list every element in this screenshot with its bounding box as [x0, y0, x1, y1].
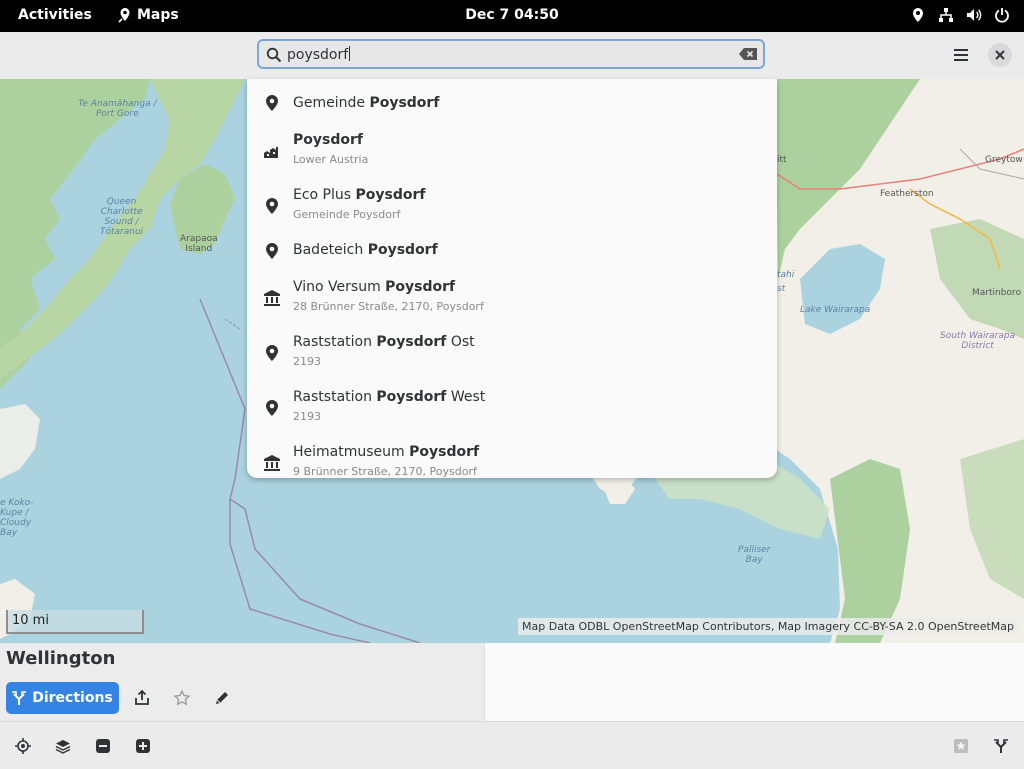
search-result[interactable]: Raststation Poysdorf Ost 2193	[247, 328, 777, 383]
map-label-te-anamahanga: Te Anamāhanga / Port Gore	[78, 99, 157, 119]
result-title: Heimatmuseum Poysdorf	[293, 444, 480, 460]
town-icon	[263, 142, 281, 160]
zoom-out-button[interactable]	[91, 734, 115, 758]
map-label-greytown: Greytow	[985, 155, 1023, 165]
map-label-south-wairarapa: South Wairarapa District	[940, 331, 1016, 351]
result-subtitle: Lower Austria	[293, 153, 369, 166]
app-name: Maps	[137, 7, 179, 23]
result-title: Gemeinde Poysdorf	[293, 95, 440, 111]
hamburger-menu-icon	[953, 48, 969, 62]
location-pin-icon	[263, 94, 281, 112]
system-tray[interactable]	[910, 7, 1010, 23]
clock[interactable]: Dec 7 04:50	[465, 7, 558, 23]
plus-icon	[135, 738, 151, 754]
route-button[interactable]	[989, 734, 1013, 758]
result-title: Raststation Poysdorf Ost	[293, 334, 475, 350]
favorites-icon	[953, 738, 969, 754]
search-result[interactable]: Eco Plus Poysdorf Gemeinde Poysdorf	[247, 181, 777, 236]
result-title: Raststation Poysdorf West	[293, 389, 486, 405]
app-menu[interactable]: Maps	[117, 7, 179, 23]
museum-icon	[263, 289, 281, 307]
directions-button[interactable]: Directions	[6, 682, 119, 714]
search-result[interactable]: Poysdorf Lower Austria	[247, 126, 777, 181]
search-input-value[interactable]: poysdorf	[287, 47, 348, 63]
search-result[interactable]: Heimatmuseum Poysdorf 9 Brünner Straße, …	[247, 438, 777, 478]
search-results-popover: Gemeinde Poysdorf Poysdorf Lower Austria…	[247, 79, 777, 478]
place-title: Wellington	[6, 648, 116, 669]
location-icon	[910, 7, 926, 23]
place-info-panel: Wellington Directions	[0, 643, 485, 721]
clear-search-icon[interactable]	[739, 48, 757, 60]
star-icon	[174, 690, 190, 706]
activities-button[interactable]: Activities	[18, 7, 92, 23]
museum-icon	[263, 454, 281, 472]
location-pin-icon	[263, 197, 281, 215]
search-result[interactable]: Vino Versum Poysdorf 28 Brünner Straße, …	[247, 273, 777, 328]
result-subtitle: 28 Brünner Straße, 2170, Poysdorf	[293, 300, 484, 313]
main-menu-button[interactable]	[949, 43, 973, 67]
share-icon	[134, 690, 150, 706]
result-subtitle: 2193	[293, 355, 321, 368]
favorites-button[interactable]	[949, 734, 973, 758]
route-icon	[993, 738, 1009, 754]
top-bar: Activities Maps Dec 7 04:50	[0, 0, 1024, 32]
result-title: Vino Versum Poysdorf	[293, 279, 456, 295]
close-window-button[interactable]	[988, 43, 1012, 67]
map-label-martinborough: Martinborо	[972, 288, 1022, 298]
edit-button[interactable]	[210, 686, 234, 710]
map-label-koko-kupe: e Koko- Kupe / Cloudy Bay	[0, 498, 34, 538]
search-field[interactable]: poysdorf	[257, 39, 765, 69]
location-pin-icon	[263, 399, 281, 417]
result-subtitle: 2193	[293, 410, 321, 423]
header-bar: poysdorf	[0, 32, 1024, 80]
directions-icon	[12, 691, 27, 705]
result-title: Eco Plus Poysdorf	[293, 187, 426, 203]
share-button[interactable]	[130, 686, 154, 710]
layers-icon	[55, 738, 71, 754]
result-subtitle: 9 Brünner Straße, 2170, Poysdorf	[293, 465, 477, 478]
result-subtitle: Gemeinde Poysdorf	[293, 208, 401, 221]
map-label-fragment-st: st	[777, 284, 786, 294]
map-label-palliser-bay: Palliser Bay	[738, 545, 771, 565]
map-label-arapaoa-island: Arapaoa Island	[180, 234, 218, 254]
search-result[interactable]: Raststation Poysdorf West 2193	[247, 383, 777, 438]
location-pin-icon	[263, 242, 281, 260]
result-title: Poysdorf	[293, 132, 363, 148]
map-label-lake-wairarapa: Lake Wairarapa	[800, 305, 871, 315]
favorite-button[interactable]	[170, 686, 194, 710]
map-label-featherston: Featherston	[880, 189, 934, 199]
my-location-button[interactable]	[11, 734, 35, 758]
maps-app-icon	[117, 7, 133, 23]
layers-button[interactable]	[51, 734, 75, 758]
result-title: Badeteich Poysdorf	[293, 242, 438, 258]
close-icon	[995, 50, 1005, 60]
network-icon	[938, 7, 954, 23]
minus-icon	[95, 738, 111, 754]
zoom-in-button[interactable]	[131, 734, 155, 758]
volume-icon	[966, 7, 982, 23]
action-bar	[0, 721, 1024, 769]
map-label-fragment-itt: itt	[777, 155, 787, 165]
map-scale: 10 mi	[6, 610, 144, 634]
map-label-fragment-tahi: tahi	[777, 270, 795, 280]
power-icon	[994, 7, 1010, 23]
crosshair-icon	[15, 738, 31, 754]
pencil-icon	[214, 690, 230, 706]
place-detail-area	[485, 643, 1024, 721]
map-attribution: Map Data ODBL OpenStreetMap Contributors…	[518, 618, 1018, 635]
map-label-queen-charlotte: Queen Charlotte Sound / Tōtaranui	[100, 197, 144, 237]
search-icon	[266, 47, 282, 63]
location-pin-icon	[263, 344, 281, 362]
directions-label: Directions	[32, 690, 113, 706]
